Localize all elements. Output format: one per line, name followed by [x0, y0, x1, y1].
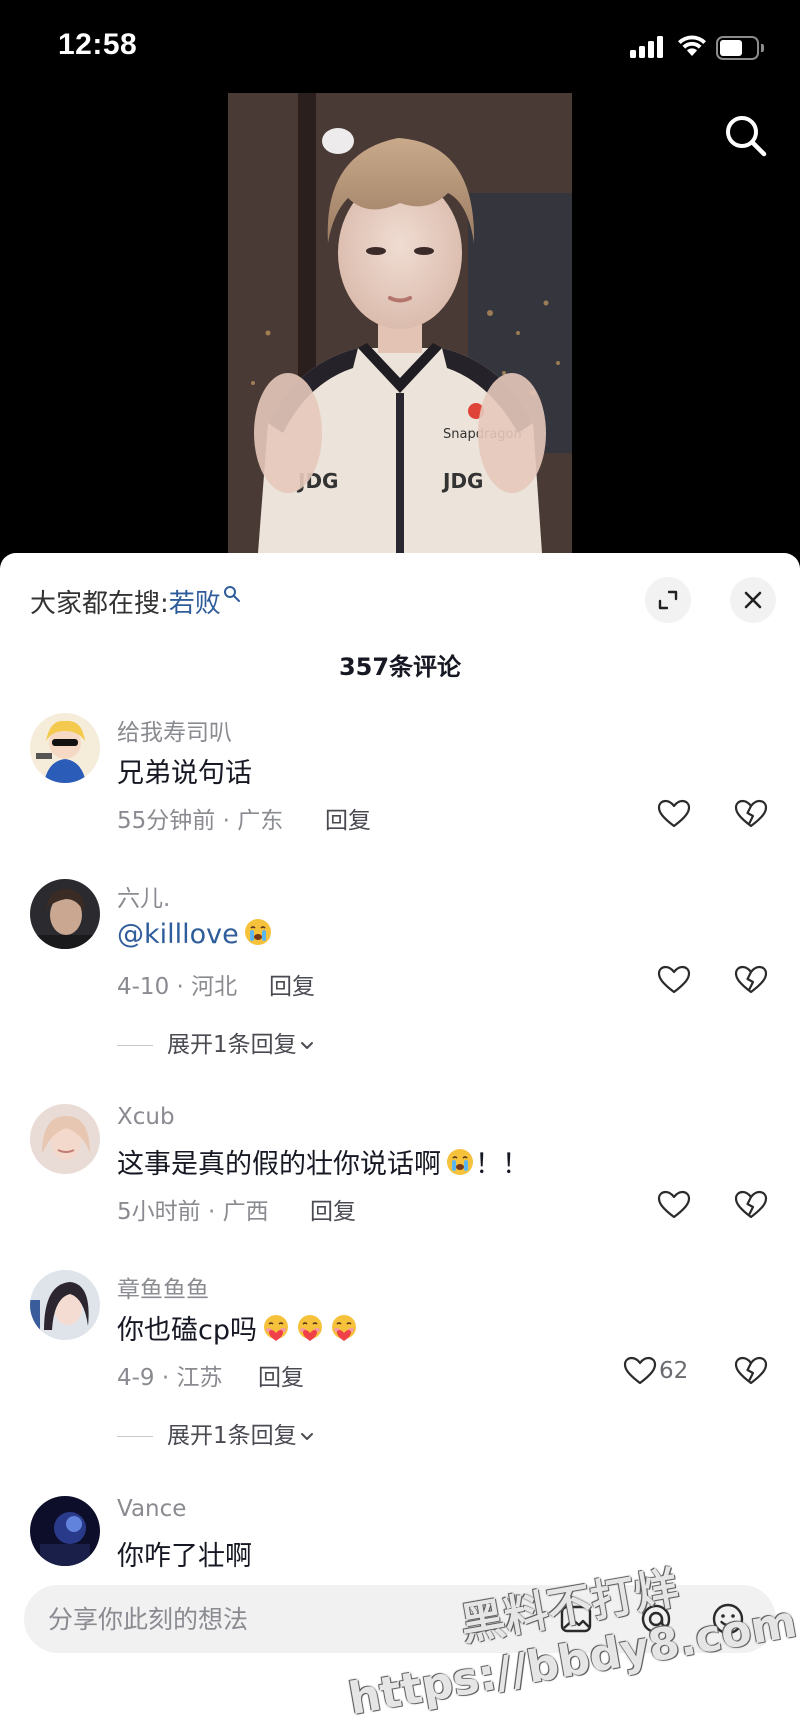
comment-meta: 5小时前 · 广西 — [117, 1199, 269, 1225]
reply-button[interactable]: 回复 — [325, 801, 371, 835]
comment-meta: 55分钟前 · 广东 — [117, 808, 284, 834]
comment-text: 你也磕cp吗 — [117, 1308, 359, 1347]
comment-username[interactable]: 章鱼鱼鱼 — [117, 1270, 209, 1304]
like-heart-icon[interactable] — [657, 1190, 691, 1220]
everyone-search-keyword[interactable]: 若败 — [169, 589, 221, 619]
emoji-icon[interactable] — [710, 1601, 746, 1637]
comment-text: 你咋了壮啊 — [117, 1541, 252, 1572]
battery-icon — [716, 36, 764, 60]
comment-text-body: 你也磕cp吗 — [117, 1315, 257, 1346]
avatar[interactable] — [30, 1496, 100, 1566]
comment-count: 357条评论 — [338, 653, 462, 681]
like-heart-icon[interactable] — [623, 1356, 657, 1386]
expand-icon — [658, 590, 678, 610]
expand-divider — [117, 1436, 153, 1437]
comment-username[interactable]: Xcub — [117, 1104, 175, 1130]
comment-item: 六儿. @killlove 4-10 · 河北 回复 展开1条回复 — [0, 879, 800, 1069]
like-heart-icon[interactable] — [657, 799, 691, 829]
comment-username[interactable]: 六儿. — [117, 879, 170, 913]
expand-replies-label: 展开1条回复 — [167, 1032, 297, 1058]
dislike-broken-heart-icon[interactable] — [734, 799, 768, 829]
dislike-broken-heart-icon[interactable] — [734, 1190, 768, 1220]
image-icon[interactable] — [558, 1601, 594, 1637]
comment-meta: 4-9 · 江苏 — [117, 1365, 223, 1391]
avatar[interactable] — [30, 1104, 100, 1174]
comment-username[interactable]: 给我寿司叭 — [117, 713, 232, 747]
reply-button[interactable]: 回复 — [310, 1192, 356, 1226]
reply-button[interactable]: 回复 — [258, 1358, 304, 1392]
comment-text: 这事是真的假的壮你说话啊 ！！ — [117, 1142, 529, 1181]
comments-sheet: 大家都在搜:若败 357条评论 给我寿司叭 兄弟说句话 55分钟前 · 广东 回… — [0, 553, 800, 1731]
heart-hug-emoji-icon — [331, 1315, 356, 1341]
avatar[interactable] — [30, 1270, 100, 1340]
comment-text: @killlove — [117, 917, 273, 950]
comment-text-body: 这事是真的假的壮你说话啊 — [117, 1149, 441, 1180]
reply-button[interactable]: 回复 — [269, 967, 315, 1001]
expand-replies-label: 展开1条回复 — [167, 1423, 297, 1449]
video-player[interactable]: Snapdragon JDG JDG — [228, 93, 572, 553]
everyone-search-row[interactable]: 大家都在搜:若败 — [30, 583, 241, 620]
status-bar: 12:58 — [0, 0, 800, 92]
close-icon — [744, 591, 762, 609]
comment-meta: 4-10 · 河北 — [117, 974, 238, 1000]
heart-hug-emoji-icon — [263, 1315, 288, 1341]
comment-item: Vance 你咋了壮啊 — [0, 1496, 800, 1586]
mention-link[interactable]: @killlove — [117, 919, 239, 950]
close-sheet-button[interactable] — [730, 577, 776, 623]
comment-username[interactable]: Vance — [117, 1496, 186, 1522]
expand-replies-button[interactable]: 展开1条回复 — [117, 1416, 315, 1450]
crying-face-emoji-icon — [447, 1149, 473, 1175]
comment-text: 兄弟说句话 — [117, 758, 252, 789]
cellular-signal-icon — [630, 36, 664, 58]
comment-item: 给我寿司叭 兄弟说句话 55分钟前 · 广东 回复 — [0, 713, 800, 853]
heart-hug-emoji-icon — [297, 1315, 322, 1341]
svg-text:JDG: JDG — [441, 469, 483, 493]
everyone-search-label: 大家都在搜: — [30, 589, 169, 619]
avatar[interactable] — [30, 879, 100, 949]
expand-sheet-button[interactable] — [645, 577, 691, 623]
video-frame: Snapdragon JDG JDG — [228, 93, 572, 553]
expand-replies-button[interactable]: 展开1条回复 — [117, 1025, 315, 1059]
search-icon[interactable] — [722, 112, 770, 160]
wifi-icon — [678, 35, 706, 56]
like-heart-icon[interactable] — [657, 965, 691, 995]
comment-item: 章鱼鱼鱼 你也磕cp吗 4-9 · 江苏 回复 62 展开1条回复 — [0, 1270, 800, 1460]
crying-face-emoji-icon — [244, 919, 271, 945]
at-mention-icon[interactable] — [638, 1601, 674, 1637]
comment-item: Xcub 这事是真的假的壮你说话啊 ！！ 5小时前 · 广西 回复 — [0, 1104, 800, 1244]
avatar[interactable] — [30, 713, 100, 783]
comment-input[interactable] — [48, 1585, 528, 1653]
chevron-down-icon — [300, 1041, 313, 1049]
search-small-icon — [223, 586, 240, 602]
comment-text-suffix: ！！ — [475, 1149, 529, 1180]
expand-divider — [117, 1045, 153, 1046]
comment-input-bar — [24, 1585, 776, 1653]
dislike-broken-heart-icon[interactable] — [734, 965, 768, 995]
status-time: 12:58 — [58, 28, 138, 61]
like-count: 62 — [659, 1358, 689, 1384]
chevron-down-icon — [300, 1432, 313, 1440]
dislike-broken-heart-icon[interactable] — [734, 1356, 768, 1386]
